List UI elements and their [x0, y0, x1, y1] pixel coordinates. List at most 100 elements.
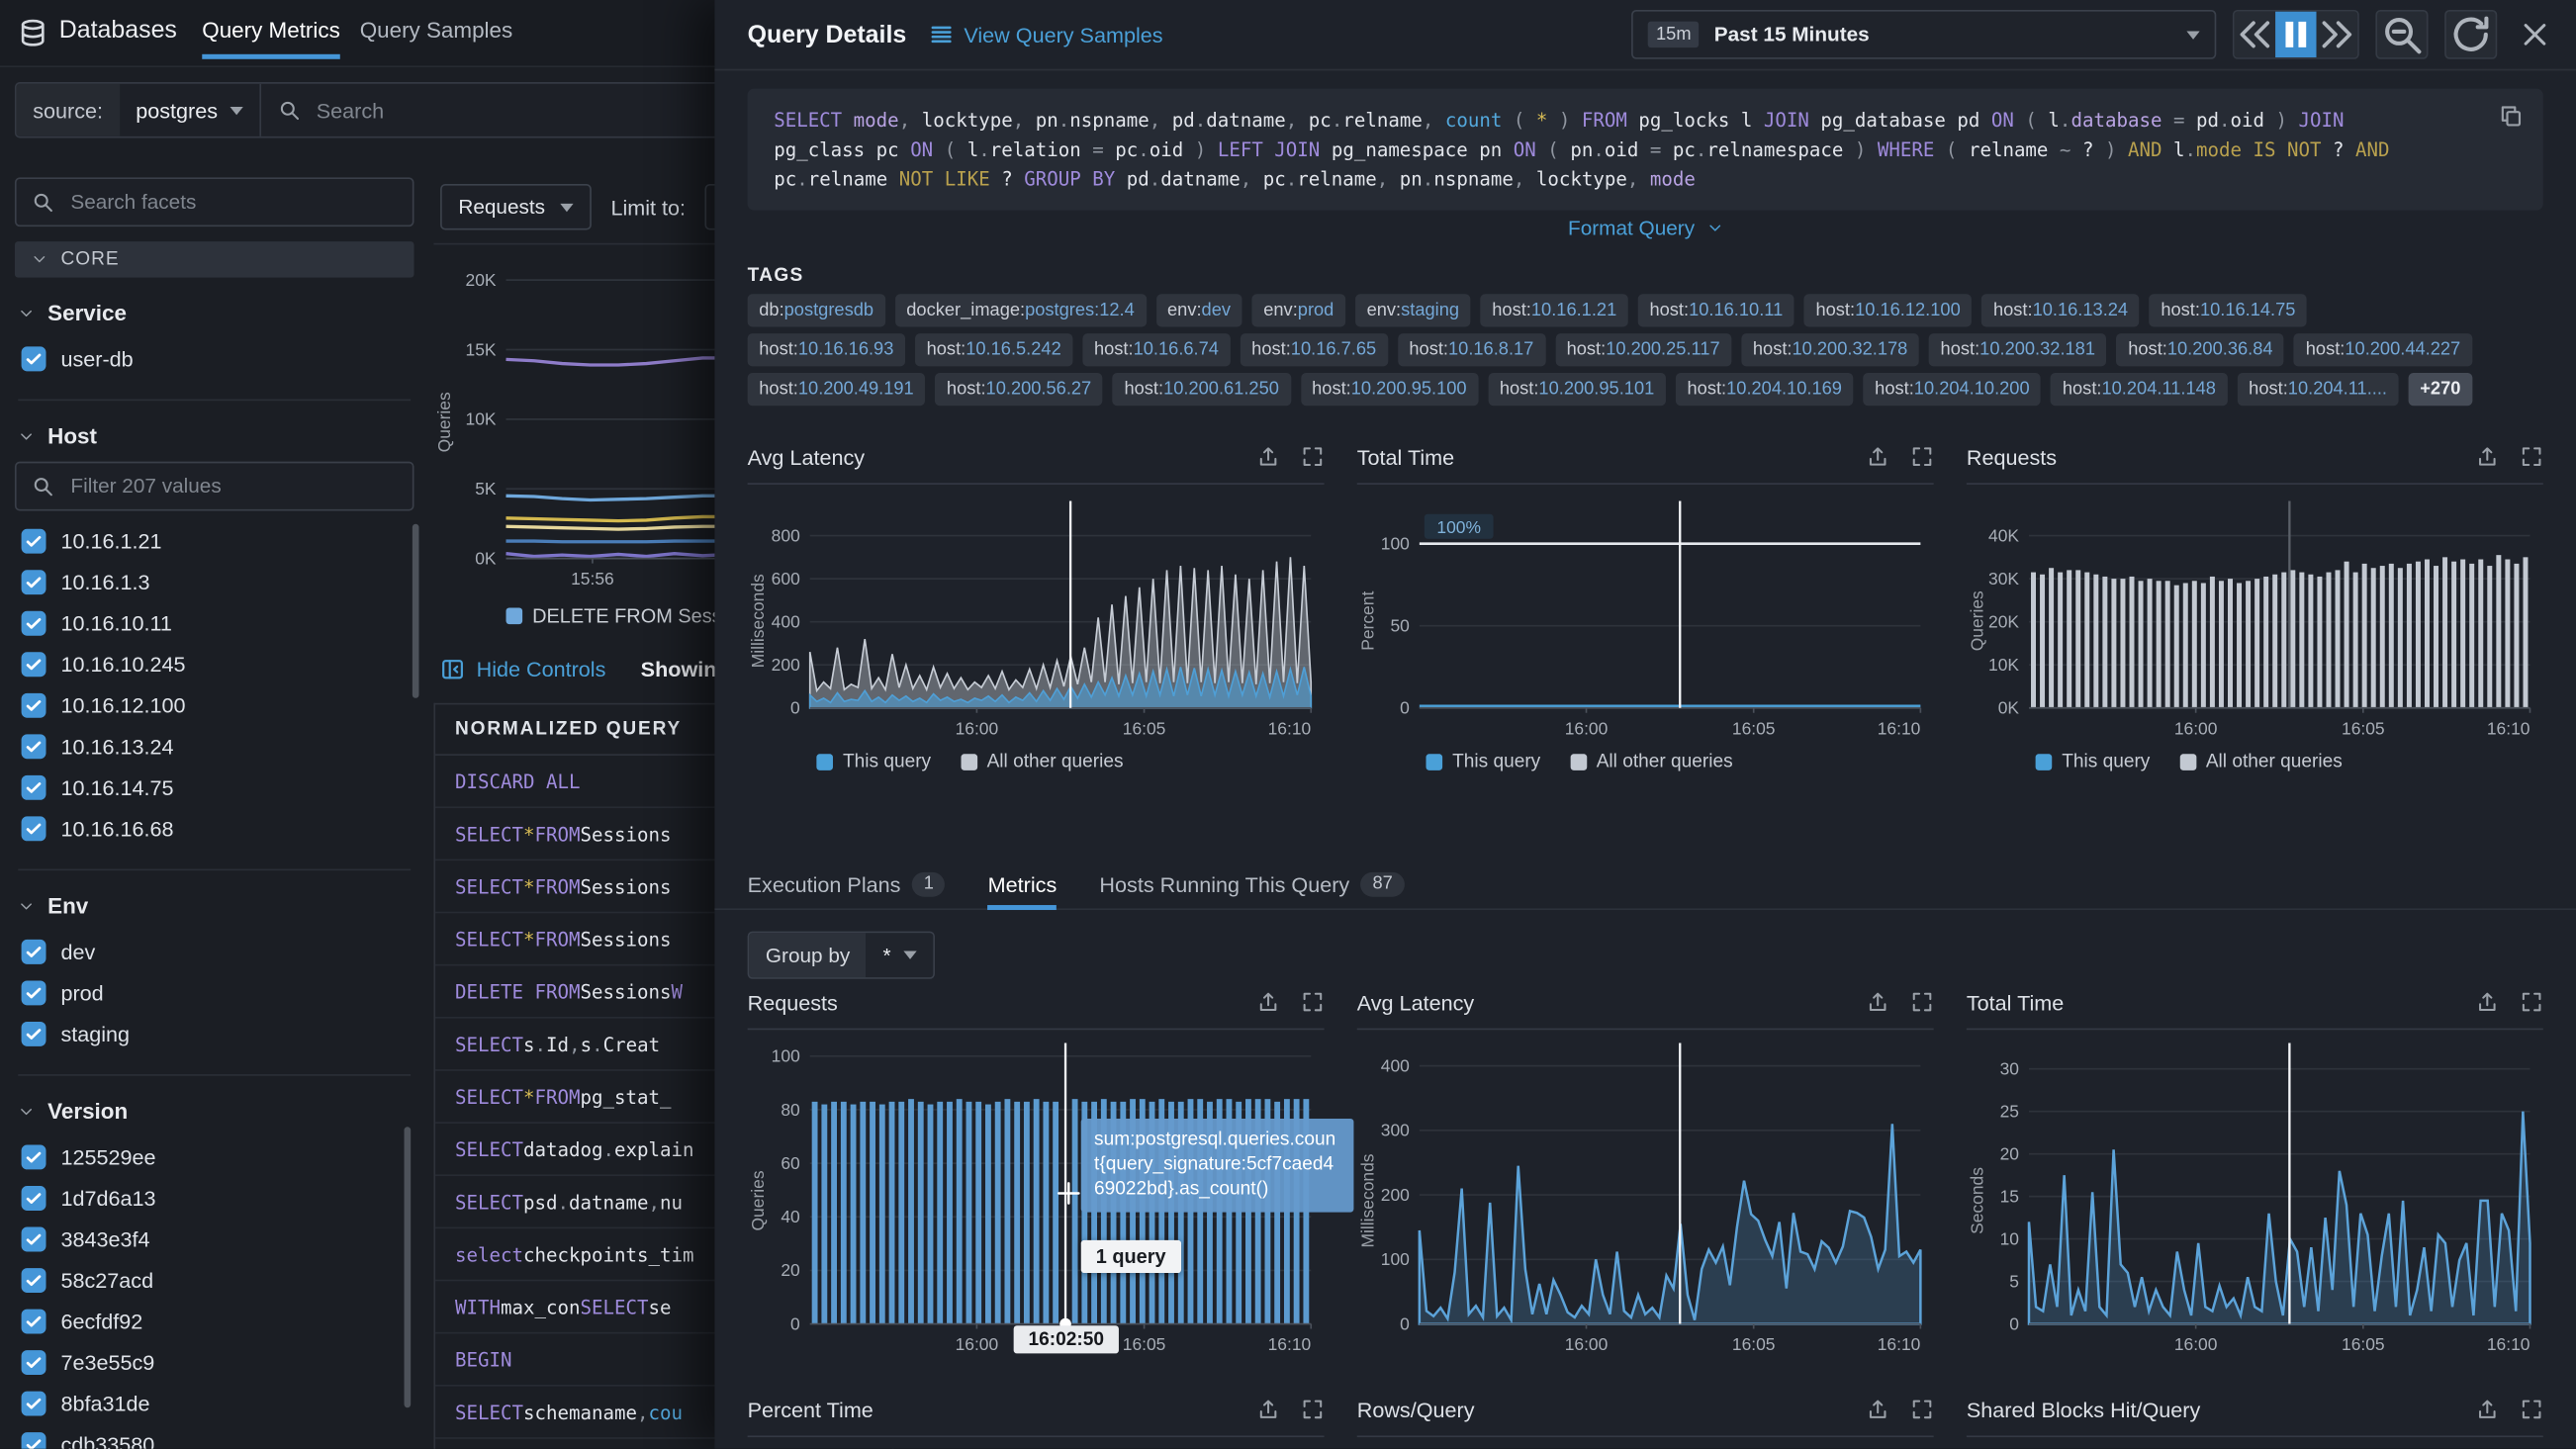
tab-query-metrics[interactable]: Query Metrics [202, 18, 340, 43]
facet-section-service[interactable]: Service [18, 301, 411, 325]
tab-hosts-running[interactable]: Hosts Running This Query 87 [1099, 851, 1404, 903]
expand-icon[interactable] [1301, 990, 1324, 1013]
legend-item[interactable]: All other queries [961, 753, 1124, 772]
tag-pill[interactable]: env:prod [1252, 294, 1345, 326]
legend-item[interactable]: This query [816, 753, 931, 772]
facet-value-row[interactable]: 10.16.12.100 [15, 685, 414, 727]
facet-value-row[interactable]: 8bfa31de [15, 1383, 414, 1424]
checkbox-checked[interactable] [22, 652, 46, 677]
expand-icon[interactable] [1301, 1398, 1324, 1420]
tag-pill[interactable]: host:10.16.12.100 [1804, 294, 1973, 326]
tag-pill[interactable]: docker_image:postgres:12.4 [895, 294, 1147, 326]
facet-value-row[interactable]: prod [15, 972, 414, 1014]
checkbox-checked[interactable] [22, 1186, 46, 1211]
expand-icon[interactable] [2521, 445, 2543, 468]
tag-pill[interactable]: host:10.200.44.227 [2294, 333, 2472, 366]
tag-pill[interactable]: host:10.16.5.242 [915, 333, 1072, 366]
facet-value-row[interactable]: user-db [15, 338, 414, 380]
tag-pill[interactable]: host:10.200.49.191 [748, 373, 926, 406]
tag-pill[interactable]: host:10.16.16.93 [748, 333, 905, 366]
export-icon[interactable] [1256, 990, 1279, 1013]
metric-select[interactable]: Requests [440, 184, 591, 229]
checkbox-checked[interactable] [22, 570, 46, 594]
sidebar-scrollbar[interactable] [405, 1127, 412, 1407]
facet-value-row[interactable]: 7e3e55c9 [15, 1342, 414, 1384]
expand-icon[interactable] [2521, 1398, 2543, 1420]
chart-legend[interactable]: This queryAll other queries [1967, 753, 2543, 772]
checkbox-checked[interactable] [22, 346, 46, 371]
facet-value-row[interactable]: 10.16.16.68 [15, 808, 414, 850]
facet-group-core[interactable]: CORE [15, 241, 414, 278]
export-icon[interactable] [1867, 1398, 1889, 1420]
expand-icon[interactable] [1301, 445, 1324, 468]
facet-value-row[interactable]: 10.16.10.245 [15, 644, 414, 685]
checkbox-checked[interactable] [22, 611, 46, 636]
chart-legend[interactable]: This query All other queries [748, 753, 1325, 772]
tag-pill[interactable]: host:10.16.13.24 [1981, 294, 2139, 326]
facet-value-row[interactable]: 58c27acd [15, 1260, 414, 1302]
facet-section-version[interactable]: Version [18, 1099, 411, 1124]
checkbox-checked[interactable] [22, 940, 46, 964]
tag-pill[interactable]: host:10.204.11.148 [2051, 373, 2227, 406]
group-by-select[interactable]: * [867, 933, 934, 977]
export-icon[interactable] [1867, 445, 1889, 468]
checkbox-checked[interactable] [22, 529, 46, 554]
facet-value-row[interactable]: 3843e3f4 [15, 1219, 414, 1260]
hide-controls-button[interactable]: Hide Controls [440, 657, 605, 681]
host-filter-box[interactable] [15, 462, 414, 511]
facet-value-row[interactable]: 10.16.14.75 [15, 768, 414, 809]
tag-pill[interactable]: host:10.200.56.27 [935, 373, 1103, 406]
facet-value-row[interactable]: dev [15, 932, 414, 973]
tag-pill[interactable]: host:10.16.10.11 [1638, 294, 1794, 326]
checkbox-checked[interactable] [22, 816, 46, 841]
checkbox-checked[interactable] [22, 1350, 46, 1375]
facet-section-host[interactable]: Host [18, 423, 411, 448]
checkbox-checked[interactable] [22, 1145, 46, 1170]
facet-value-row[interactable]: 10.16.13.24 [15, 726, 414, 768]
view-query-samples-link[interactable]: View Query Samples [929, 22, 1162, 46]
checkbox-checked[interactable] [22, 980, 46, 1005]
close-icon[interactable] [2521, 20, 2550, 49]
legend-item[interactable]: This query [2036, 753, 2151, 772]
tag-pill[interactable]: host:10.200.32.178 [1741, 333, 1919, 366]
checkbox-checked[interactable] [22, 1310, 46, 1334]
time-range-select[interactable]: 15m Past 15 Minutes [1631, 10, 2216, 59]
tag-pill[interactable]: env:staging [1355, 294, 1471, 326]
tag-pill[interactable]: env:dev [1155, 294, 1242, 326]
legend-item[interactable]: All other queries [1570, 753, 1733, 772]
facet-value-row[interactable]: 10.16.1.3 [15, 562, 414, 603]
tag-pill[interactable]: host:10.16.7.65 [1241, 333, 1388, 366]
checkbox-checked[interactable] [22, 1268, 46, 1293]
checkbox-checked[interactable] [22, 1227, 46, 1252]
facet-section-env[interactable]: Env [18, 893, 411, 918]
expand-icon[interactable] [2521, 990, 2543, 1013]
export-icon[interactable] [1256, 445, 1279, 468]
export-icon[interactable] [2476, 990, 2499, 1013]
tab-execution-plans[interactable]: Execution Plans 1 [748, 851, 946, 903]
chart-legend[interactable]: This queryAll other queries [1357, 753, 1934, 772]
tab-metrics[interactable]: Metrics [988, 851, 1058, 903]
tag-overflow-pill[interactable]: +270 [2409, 373, 2472, 406]
facet-search-input[interactable] [67, 189, 398, 216]
tag-pill[interactable]: host:10.16.14.75 [2150, 294, 2307, 326]
tag-pill[interactable]: host:10.200.25.117 [1555, 333, 1731, 366]
checkbox-checked[interactable] [22, 1392, 46, 1416]
export-icon[interactable] [1867, 990, 1889, 1013]
tag-pill[interactable]: host:10.204.10.200 [1864, 373, 2042, 406]
facet-value-row[interactable]: 6ecfdf92 [15, 1301, 414, 1342]
facet-value-row[interactable]: 125529ee [15, 1136, 414, 1178]
tag-pill[interactable]: host:10.200.61.250 [1113, 373, 1291, 406]
checkbox-checked[interactable] [22, 734, 46, 759]
facet-search-box[interactable] [15, 177, 414, 226]
tag-pill[interactable]: host:10.16.1.21 [1481, 294, 1628, 326]
export-icon[interactable] [1256, 1398, 1279, 1420]
refresh-button[interactable] [2444, 10, 2497, 59]
export-icon[interactable] [2476, 445, 2499, 468]
facet-value-row[interactable]: staging [15, 1014, 414, 1055]
tag-pill[interactable]: host:10.200.36.84 [2117, 333, 2285, 366]
tag-pill[interactable]: db:postgresdb [748, 294, 885, 326]
pause-button[interactable] [2275, 12, 2317, 57]
checkbox-checked[interactable] [22, 775, 46, 800]
tag-pill[interactable]: host:10.200.95.101 [1488, 373, 1666, 406]
facet-value-row[interactable]: cdb33580 [15, 1424, 414, 1449]
